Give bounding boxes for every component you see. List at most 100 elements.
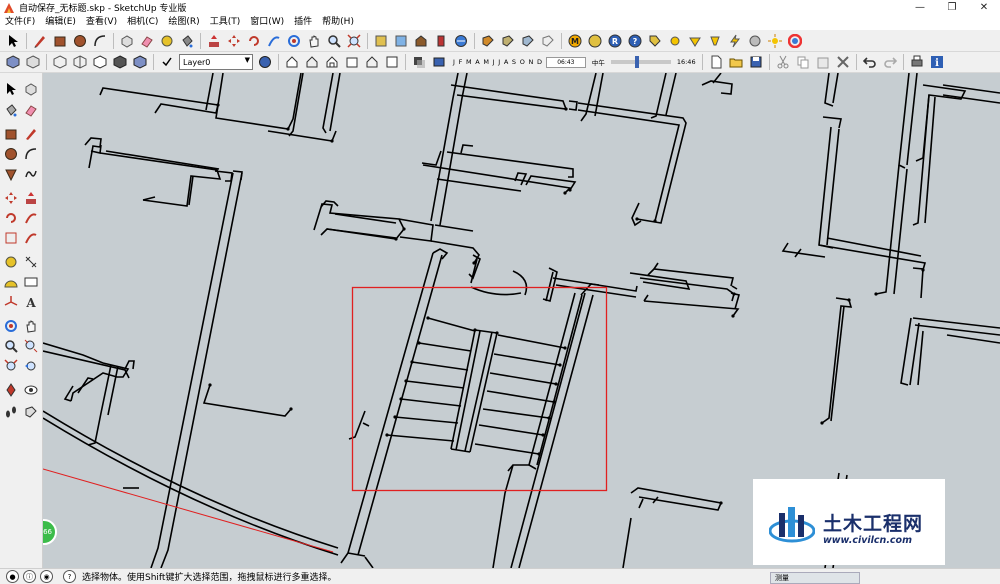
zoom-icon[interactable] (2, 337, 20, 355)
menu-help[interactable]: 帮助(H) (317, 15, 359, 30)
xray-icon[interactable] (51, 53, 69, 71)
rotate-icon[interactable] (2, 209, 20, 227)
pencil-icon[interactable] (31, 32, 49, 50)
plugin-color-icon[interactable] (786, 32, 804, 50)
zoom-icon[interactable] (325, 32, 343, 50)
new-file-icon[interactable] (707, 53, 725, 71)
eraser-icon[interactable] (138, 32, 156, 50)
plugin-sphere-icon[interactable] (746, 32, 764, 50)
help-status-icon[interactable]: ? (63, 570, 76, 583)
geo-location-icon[interactable] (452, 32, 470, 50)
save-icon[interactable] (747, 53, 765, 71)
section-fill-icon[interactable] (539, 32, 557, 50)
select-arrow-icon[interactable] (2, 80, 20, 98)
menu-draw[interactable]: 绘图(R) (163, 15, 204, 30)
paste-icon[interactable] (814, 53, 832, 71)
orbit-icon[interactable] (285, 32, 303, 50)
follow-me-icon[interactable] (265, 32, 283, 50)
shadow-time-slider-thumb[interactable] (634, 56, 639, 68)
position-camera-icon[interactable] (2, 381, 20, 399)
rectangle-icon[interactable] (2, 125, 20, 143)
section-display-icon[interactable] (499, 32, 517, 50)
plugin-m-icon[interactable]: M (566, 32, 584, 50)
undo-icon[interactable] (861, 53, 879, 71)
plugin-light-icon[interactable] (666, 32, 684, 50)
shadow-time-slider[interactable] (610, 56, 671, 68)
plugin-flash-icon[interactable] (726, 32, 744, 50)
push-pull-icon[interactable] (205, 32, 223, 50)
layer-manager-icon[interactable] (256, 53, 274, 71)
tape-measure-icon[interactable] (2, 253, 20, 271)
paint-bucket-icon[interactable] (178, 32, 196, 50)
paint-bucket-icon[interactable] (2, 101, 20, 119)
text-icon[interactable] (22, 273, 40, 291)
select-arrow-icon[interactable] (4, 32, 22, 50)
tape-measure-icon[interactable] (158, 32, 176, 50)
menu-edit[interactable]: 编辑(E) (40, 15, 81, 30)
zoom-extents-icon[interactable] (345, 32, 363, 50)
section-plane-icon[interactable] (479, 32, 497, 50)
print-icon[interactable] (908, 53, 926, 71)
layer-select[interactable]: Layer0 ▼ (179, 54, 253, 70)
iso-view-icon[interactable] (4, 53, 22, 71)
house-view-3-icon[interactable] (323, 53, 341, 71)
pan-hand-icon[interactable] (305, 32, 323, 50)
maximize-button[interactable]: ❐ (936, 0, 968, 15)
move-icon[interactable] (225, 32, 243, 50)
menu-window[interactable]: 窗口(W) (245, 15, 289, 30)
warehouse-icon[interactable] (412, 32, 430, 50)
rotate-icon[interactable] (245, 32, 263, 50)
section-plane-icon[interactable] (22, 403, 40, 421)
geo-location-status-icon[interactable]: ● (6, 570, 19, 583)
copy-icon[interactable] (794, 53, 812, 71)
scale-icon[interactable] (2, 229, 20, 247)
dimension-icon[interactable] (22, 253, 40, 271)
menu-tools[interactable]: 工具(T) (205, 15, 246, 30)
get-models-icon[interactable] (372, 32, 390, 50)
extension-icon[interactable] (432, 32, 450, 50)
open-folder-icon[interactable] (727, 53, 745, 71)
make-component-icon[interactable] (22, 80, 40, 98)
plugin-spotlight-icon[interactable] (686, 32, 704, 50)
delete-icon[interactable] (834, 53, 852, 71)
plugin-tag-icon[interactable] (646, 32, 664, 50)
cut-icon[interactable] (774, 53, 792, 71)
user-status-icon[interactable]: ◉ (40, 570, 53, 583)
plugin-sun-icon[interactable] (766, 32, 784, 50)
wireframe-icon[interactable] (71, 53, 89, 71)
axes-icon[interactable] (2, 293, 20, 311)
plugin-layers-icon[interactable] (586, 32, 604, 50)
polygon-icon[interactable] (2, 165, 20, 183)
menu-file[interactable]: 文件(F) (0, 15, 40, 30)
house-view-6-icon[interactable] (383, 53, 401, 71)
arc-icon[interactable] (22, 145, 40, 163)
footprints-icon[interactable] (2, 403, 20, 421)
protractor-icon[interactable] (2, 273, 20, 291)
measurements-box[interactable]: 测量 (770, 572, 860, 584)
top-view-icon[interactable] (24, 53, 42, 71)
freehand-icon[interactable] (22, 165, 40, 183)
orbit-icon[interactable] (2, 317, 20, 335)
arc-icon[interactable] (91, 32, 109, 50)
house-view-2-icon[interactable] (303, 53, 321, 71)
menu-view[interactable]: 查看(V) (81, 15, 122, 30)
zoom-extents-icon[interactable] (2, 357, 20, 375)
previous-view-icon[interactable] (22, 357, 40, 375)
shaded-icon[interactable] (111, 53, 129, 71)
circle-icon[interactable] (2, 145, 20, 163)
pencil-icon[interactable] (22, 125, 40, 143)
section-cut-icon[interactable] (519, 32, 537, 50)
redo-icon[interactable] (881, 53, 899, 71)
follow-me-icon[interactable] (22, 209, 40, 227)
minimize-button[interactable]: — (904, 0, 936, 15)
make-component-icon[interactable] (118, 32, 136, 50)
push-pull-icon[interactable] (22, 189, 40, 207)
hidden-line-icon[interactable] (91, 53, 109, 71)
zoom-window-icon[interactable] (22, 337, 40, 355)
pan-hand-icon[interactable] (22, 317, 40, 335)
look-around-icon[interactable] (22, 381, 40, 399)
house-view-1-icon[interactable] (283, 53, 301, 71)
house-view-4-icon[interactable] (343, 53, 361, 71)
plugin-r-icon[interactable]: R (606, 32, 624, 50)
rectangle-icon[interactable] (51, 32, 69, 50)
